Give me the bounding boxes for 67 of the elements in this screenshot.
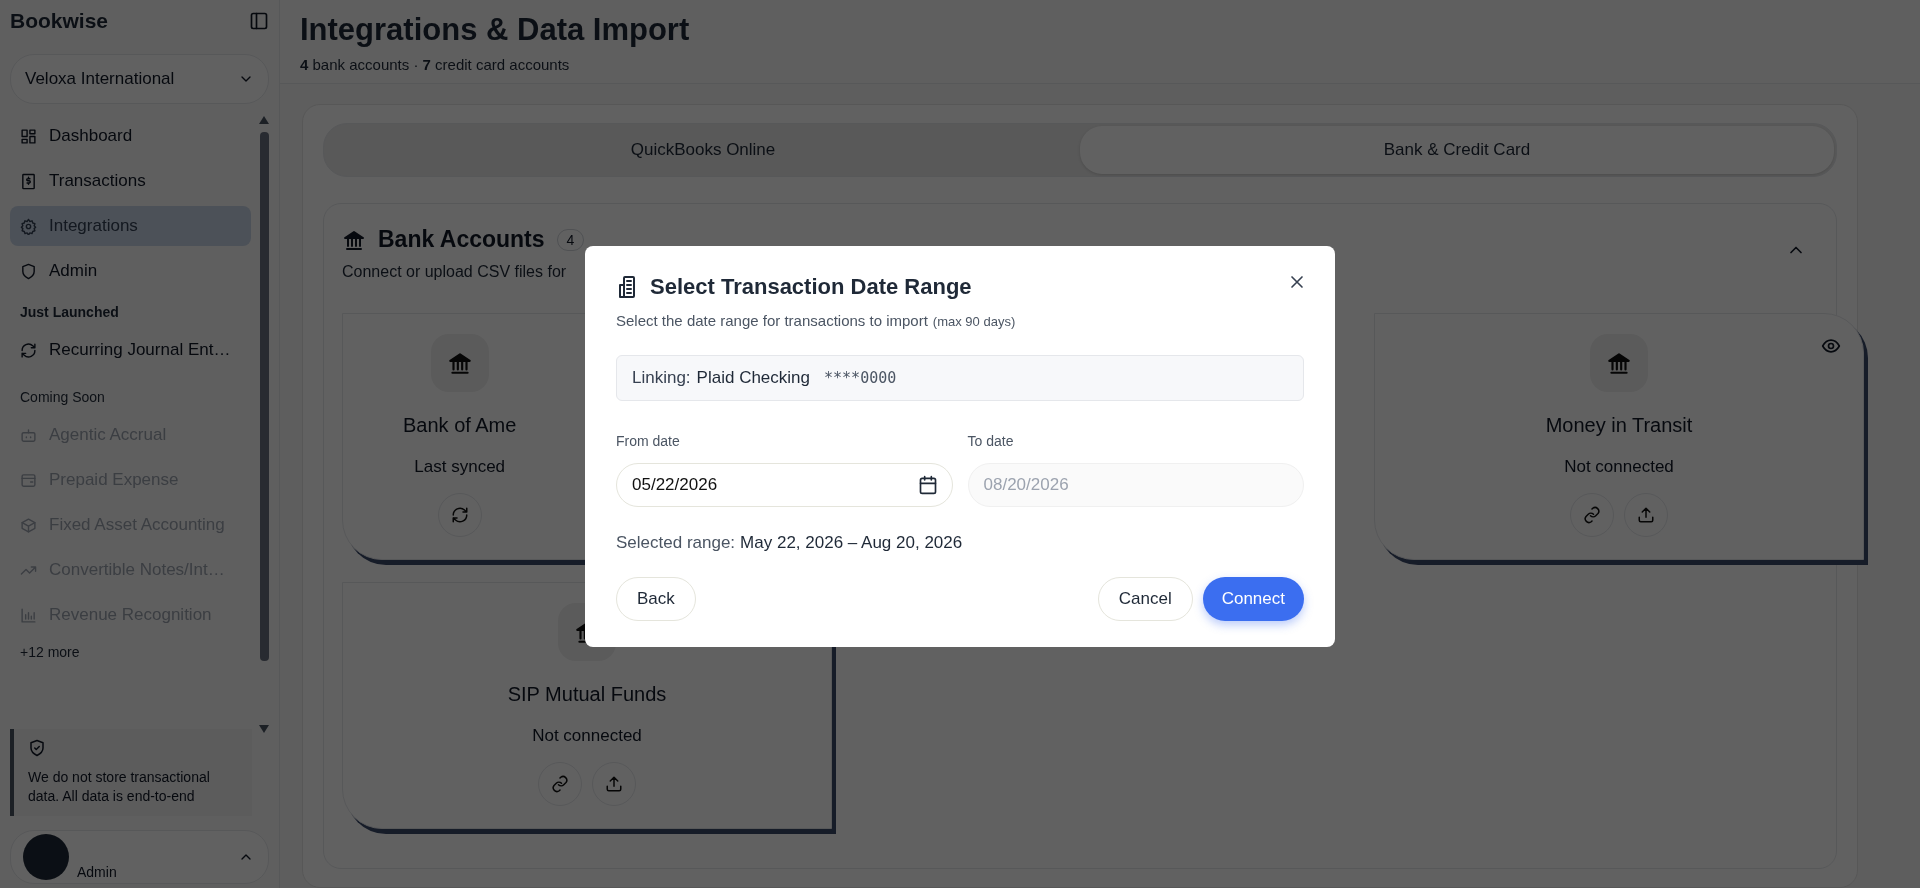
date-field[interactable]: 05/22/2026 <box>616 463 953 507</box>
scrollbar-thumb[interactable] <box>259 132 269 662</box>
upload-button[interactable] <box>1624 493 1668 537</box>
shield-icon <box>20 262 37 280</box>
page-title: Integrations & Data Import <box>300 12 691 48</box>
field-label: To date <box>967 433 1015 449</box>
link-icon <box>551 775 569 793</box>
organization-select[interactable]: Veloxa International <box>10 54 269 104</box>
nav-item[interactable]: Dashboard <box>10 116 251 156</box>
refresh-button[interactable] <box>437 493 482 537</box>
robot-icon <box>20 426 37 444</box>
app-logo: Bookwise <box>10 9 109 33</box>
nav-item[interactable]: Transactions <box>10 161 251 201</box>
range-label: Selected range: <box>616 533 736 553</box>
sidebar-toggle-icon[interactable] <box>249 11 269 31</box>
upload-button[interactable] <box>592 762 636 806</box>
more-link[interactable]: +12 more <box>10 640 251 664</box>
account-status: Not connected <box>532 726 642 746</box>
bar-chart-icon <box>20 606 37 624</box>
tab[interactable]: QuickBooks Online <box>326 126 1080 174</box>
user-role: Admin <box>77 864 117 880</box>
avatar <box>23 834 69 880</box>
dialog-title: Select Transaction Date Range <box>650 274 972 300</box>
bank-icon <box>1606 350 1632 376</box>
refresh-icon <box>450 506 469 524</box>
section-description: Connect or upload CSV files for <box>342 263 567 281</box>
section-heading: Coming Soon <box>19 388 106 407</box>
account-mask: ****0000 <box>824 369 897 387</box>
section-title: Bank Accounts <box>378 226 545 253</box>
bank-icon <box>446 350 473 376</box>
receipt-icon <box>20 172 37 190</box>
link-button[interactable] <box>1570 493 1614 537</box>
link-button[interactable] <box>538 762 582 806</box>
eye-icon[interactable] <box>1821 336 1841 356</box>
nav-item[interactable]: Recurring Journal Ent… <box>10 330 251 370</box>
field-label: From date <box>616 433 681 449</box>
nav-item[interactable]: Admin <box>10 251 251 291</box>
calendar-icon[interactable] <box>917 475 938 495</box>
page-subtitle: 4 bank accounts · 7 credit card accounts <box>300 56 570 73</box>
secondary-button[interactable]: Back <box>616 577 696 621</box>
linking-label: Linking: <box>632 368 691 388</box>
dialog-subtitle: Select the date range for transactions to import <box>616 312 928 329</box>
link-icon <box>1583 506 1601 524</box>
gear-icon <box>20 217 37 235</box>
grid-icon <box>20 127 37 145</box>
secondary-button[interactable]: Cancel <box>1097 577 1193 621</box>
limit-hint: (max 90 days) <box>932 314 1016 329</box>
range-value: May 22, 2026 – Aug 20, 2026 <box>740 533 963 553</box>
account-name: Bank of Ame <box>403 414 517 437</box>
scroll-up-icon[interactable] <box>259 116 269 124</box>
account-name: SIP Mutual Funds <box>507 683 667 706</box>
tab[interactable]: Bank & Credit Card <box>1080 126 1834 174</box>
notice-text: We do not store transactional data. All data is end-to-end <box>28 768 211 806</box>
nav-item[interactable]: Integrations <box>10 206 251 246</box>
user-menu[interactable]: Admin <box>10 830 269 884</box>
shield-check-icon <box>28 739 46 758</box>
account-name: Plaid Checking <box>696 368 810 388</box>
section-heading: Just Launched <box>19 303 120 322</box>
upload-icon <box>1637 506 1655 524</box>
primary-button[interactable]: Connect <box>1202 577 1304 621</box>
cube-icon <box>20 516 37 534</box>
account-name: Money in Transit <box>1545 414 1693 437</box>
account-status: Not connected <box>1564 457 1674 477</box>
account-status: Last synced <box>414 457 506 477</box>
refresh-icon <box>20 341 37 359</box>
wallet-icon <box>20 471 37 489</box>
upload-icon <box>605 775 623 793</box>
